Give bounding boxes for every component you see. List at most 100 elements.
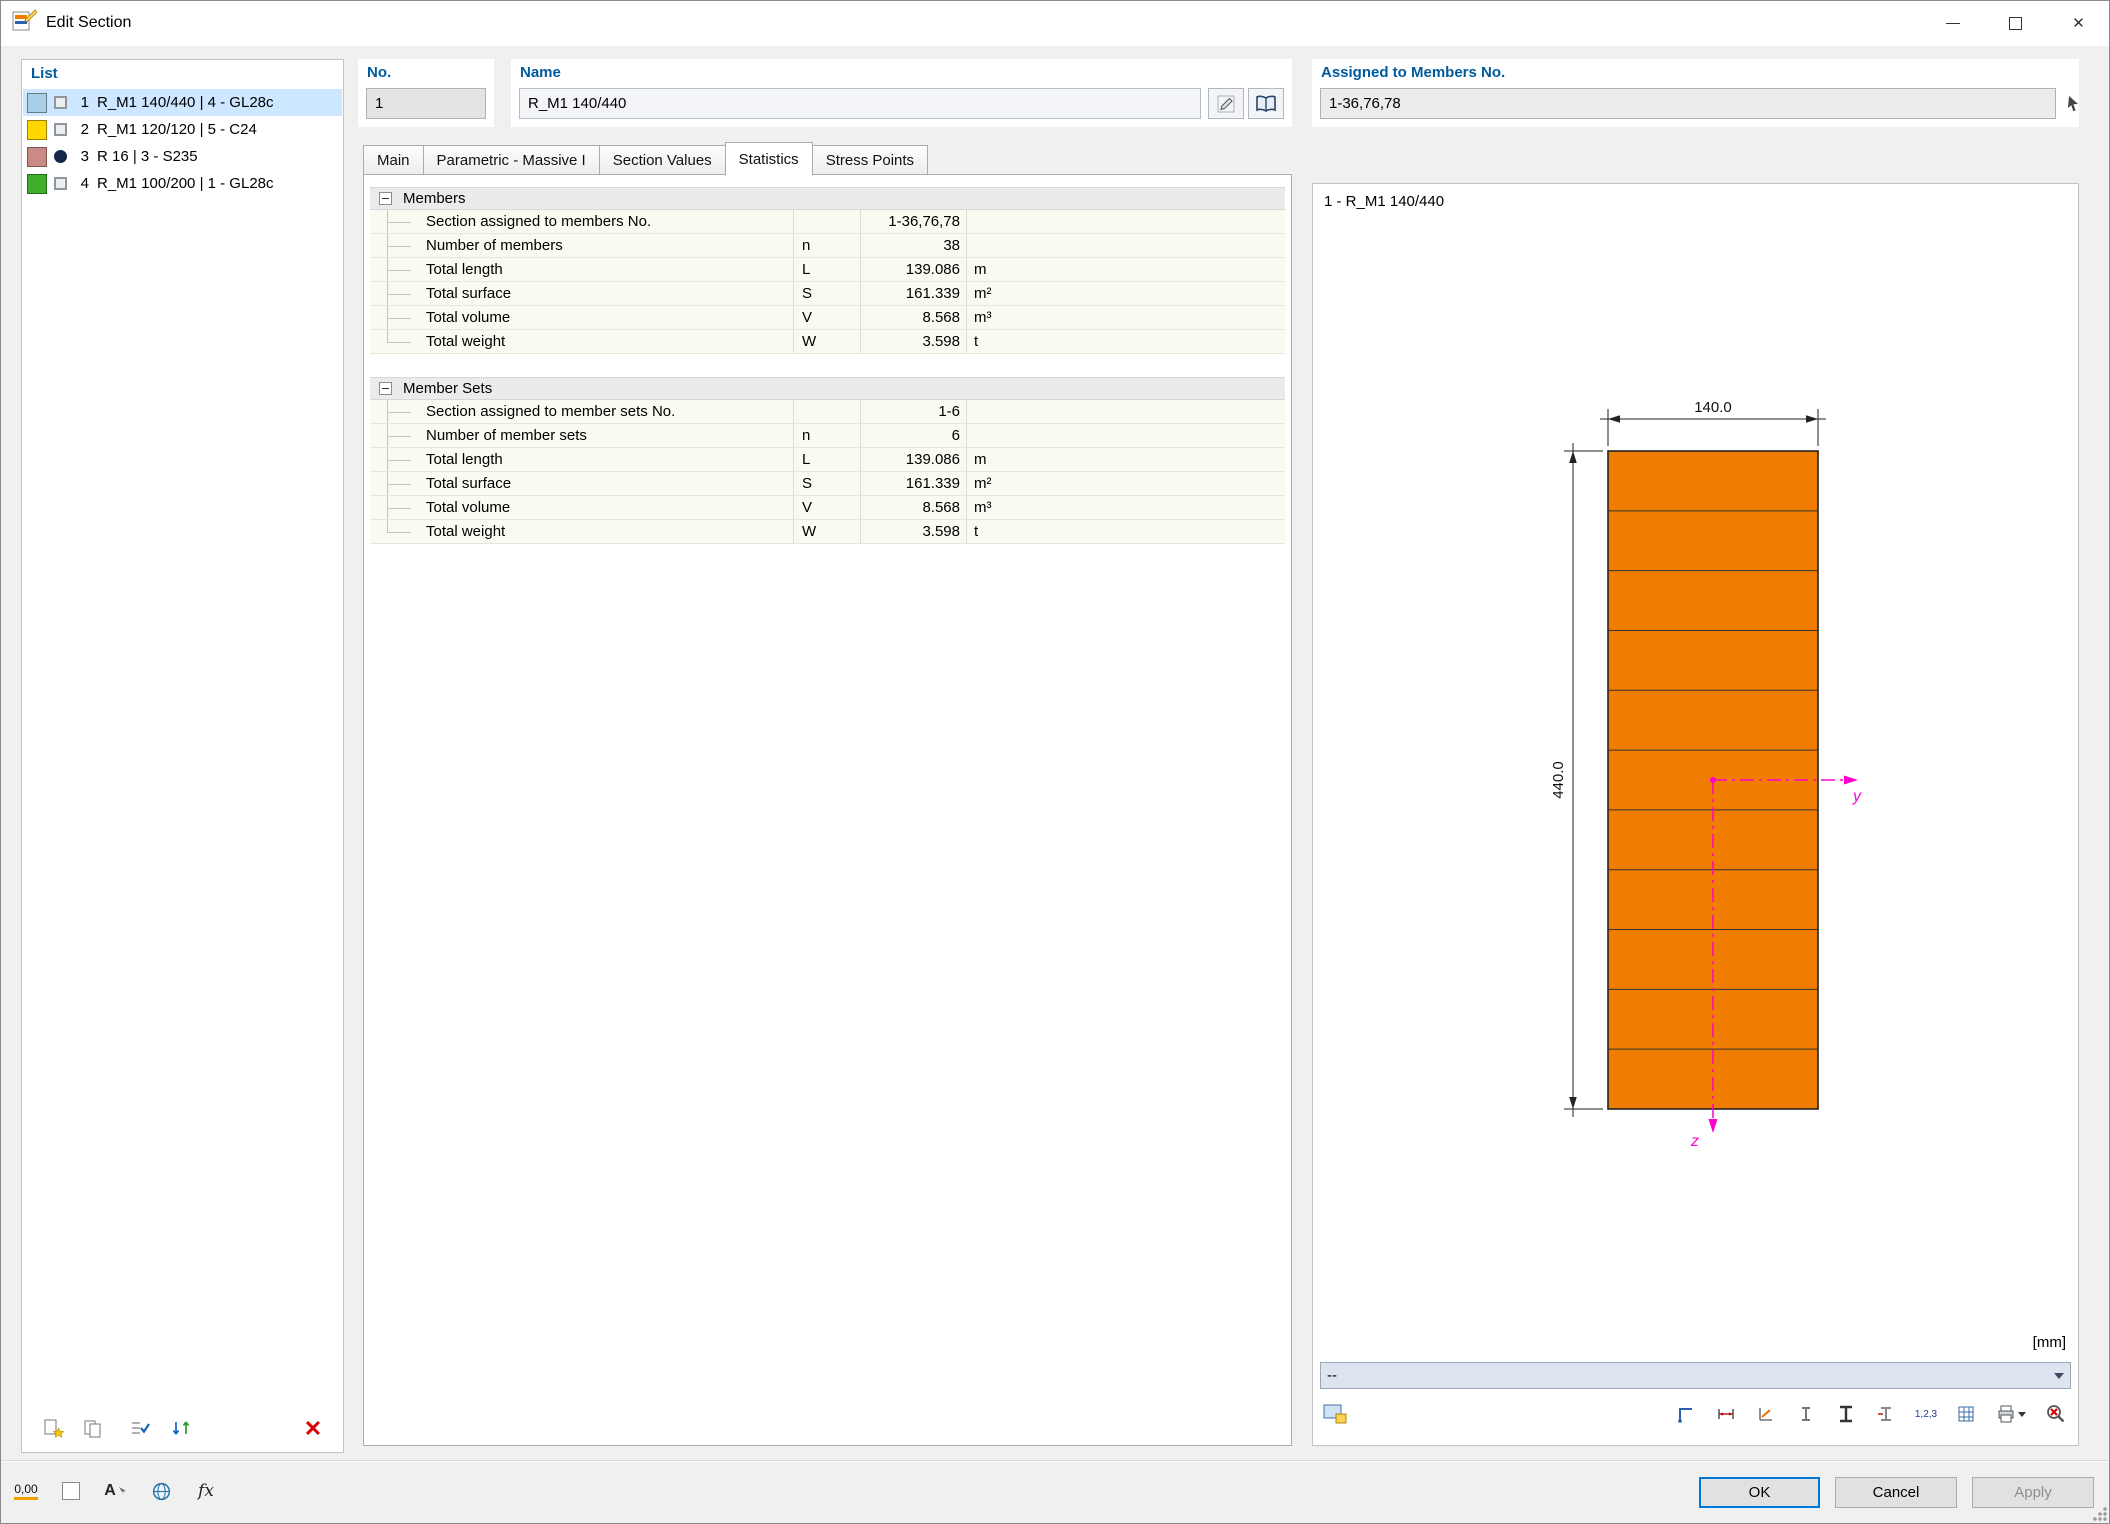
stat-symbol: L bbox=[793, 448, 860, 471]
list-item[interactable]: 2 R_M1 120/120 | 5 - C24 bbox=[23, 116, 342, 143]
stress-points-toggle-button[interactable] bbox=[1791, 1399, 1821, 1429]
name-card: Name R_M1 140/440 bbox=[511, 59, 1292, 127]
maximize-button[interactable] bbox=[1984, 0, 2047, 46]
stat-row: Total length L 139.086 m bbox=[370, 258, 1285, 282]
view-settings-icon bbox=[1323, 1404, 1347, 1424]
formula-button[interactable]: fx bbox=[190, 1475, 222, 1507]
collapse-icon[interactable] bbox=[379, 382, 392, 395]
group-header: Members bbox=[370, 187, 1285, 210]
titlebar: Edit Section ✕ bbox=[0, 0, 2110, 46]
list-item-label: R_M1 120/120 | 5 - C24 bbox=[97, 121, 257, 138]
tab-strip: Main Parametric - Massive I Section Values… bbox=[363, 141, 929, 176]
list-item[interactable]: 3 R 16 | 3 - S235 bbox=[23, 143, 342, 170]
stat-row: Total length L 139.086 m bbox=[370, 448, 1285, 472]
name-label: Name bbox=[520, 64, 561, 81]
profile-dimensions-toggle-button[interactable] bbox=[1871, 1399, 1901, 1429]
minus-glyph bbox=[382, 388, 389, 389]
tree-line bbox=[370, 234, 426, 257]
print-button[interactable] bbox=[1991, 1399, 2031, 1429]
stat-unit: t bbox=[966, 330, 1285, 353]
resize-grip[interactable] bbox=[2093, 1507, 2107, 1521]
numbering-icon: 1,2,3 bbox=[1914, 1408, 1938, 1420]
window-title: Edit Section bbox=[46, 14, 132, 31]
color-swatch bbox=[27, 146, 47, 167]
y-axis-label: y bbox=[1852, 788, 1862, 805]
ok-button[interactable]: OK bbox=[1699, 1477, 1820, 1508]
stat-label: Total weight bbox=[426, 333, 506, 350]
stresses-toggle-button[interactable] bbox=[1751, 1399, 1781, 1429]
footer-divider bbox=[0, 1460, 2110, 1462]
renumber-sections-button[interactable] bbox=[166, 1414, 196, 1444]
list-panel-title: List bbox=[31, 65, 58, 82]
tab-stress-points[interactable]: Stress Points bbox=[811, 145, 929, 175]
globe-icon bbox=[152, 1482, 170, 1500]
no-card: No. 1 bbox=[358, 59, 494, 127]
font-icon: A bbox=[104, 1482, 116, 1499]
stat-unit: m² bbox=[966, 282, 1285, 305]
chevron-down-icon bbox=[2054, 1372, 2064, 1379]
stat-row: Total surface S 161.339 m² bbox=[370, 282, 1285, 306]
pick-members-button[interactable] bbox=[2058, 88, 2090, 120]
library-button[interactable] bbox=[1248, 88, 1284, 119]
edit-name-button[interactable] bbox=[1208, 88, 1244, 119]
tab-main[interactable]: Main bbox=[363, 145, 424, 175]
view-settings-button[interactable] bbox=[1320, 1399, 1350, 1429]
tree-line bbox=[370, 330, 426, 353]
app-icon bbox=[11, 8, 38, 38]
list-toolbar: ✕ bbox=[22, 1414, 343, 1446]
outline-toggle-button[interactable] bbox=[1671, 1399, 1701, 1429]
zoom-reset-button[interactable] bbox=[2041, 1399, 2071, 1429]
stat-row: Number of members n 38 bbox=[370, 234, 1285, 258]
fx-icon: fx bbox=[198, 1481, 214, 1501]
delete-section-button[interactable]: ✕ bbox=[298, 1414, 328, 1444]
tree-line bbox=[370, 424, 426, 447]
profile-toggle-button[interactable] bbox=[1831, 1399, 1861, 1429]
stat-unit bbox=[966, 424, 1285, 447]
list-item-label: R_M1 140/440 | 4 - GL28c bbox=[97, 94, 274, 111]
assigned-label: Assigned to Members No. bbox=[1321, 64, 1506, 81]
pencil-icon bbox=[1217, 95, 1235, 112]
stat-label: Number of member sets bbox=[426, 427, 587, 444]
no-label: No. bbox=[367, 64, 392, 81]
color-scheme-button[interactable] bbox=[55, 1475, 87, 1507]
copy-section-button[interactable] bbox=[78, 1414, 108, 1444]
tree-line bbox=[370, 448, 426, 471]
stat-unit: m³ bbox=[966, 306, 1285, 329]
minimize-button[interactable] bbox=[1921, 0, 1984, 46]
list-item[interactable]: 1 R_M1 140/440 | 4 - GL28c bbox=[23, 89, 342, 116]
stat-value: 139.086 bbox=[860, 448, 966, 471]
stat-symbol: W bbox=[793, 520, 860, 543]
grid-icon bbox=[1958, 1406, 1974, 1422]
tab-section-values[interactable]: Section Values bbox=[598, 145, 726, 175]
check-sections-button[interactable] bbox=[125, 1414, 155, 1444]
minimize-icon bbox=[1945, 22, 1960, 24]
tab-statistics[interactable]: Statistics bbox=[724, 142, 813, 176]
section-preview-panel: 1 - R_M1 140/440 140.0 440.0 y z [mm] --… bbox=[1312, 183, 2079, 1446]
stat-label: Total length bbox=[426, 261, 503, 278]
dim-width-label: 140.0 bbox=[1694, 399, 1732, 416]
name-field[interactable]: R_M1 140/440 bbox=[519, 88, 1201, 119]
stat-symbol bbox=[793, 210, 860, 233]
cancel-button[interactable]: Cancel bbox=[1835, 1477, 1957, 1508]
values-table-button[interactable] bbox=[1951, 1399, 1981, 1429]
tab-parametric-massive-i[interactable]: Parametric - Massive I bbox=[422, 145, 600, 175]
stat-value: 1-6 bbox=[860, 400, 966, 423]
font-settings-button[interactable]: A bbox=[100, 1475, 132, 1507]
shape-square-icon bbox=[54, 177, 67, 190]
dimensions-toggle-button[interactable] bbox=[1711, 1399, 1741, 1429]
apply-button[interactable]: Apply bbox=[1972, 1477, 2094, 1508]
stat-value: 1-36,76,78 bbox=[860, 210, 966, 233]
collapse-icon[interactable] bbox=[379, 192, 392, 205]
close-button[interactable]: ✕ bbox=[2047, 0, 2110, 46]
stat-unit: m² bbox=[966, 472, 1285, 495]
list-item[interactable]: 4 R_M1 100/200 | 1 - GL28c bbox=[23, 170, 342, 197]
preview-toolbar-right: 1,2,3 bbox=[1671, 1399, 2071, 1429]
preview-combobox[interactable]: -- bbox=[1320, 1362, 2071, 1389]
decimal-places-button[interactable]: 0,00 bbox=[10, 1475, 42, 1507]
z-axis-arrow bbox=[1708, 1119, 1718, 1133]
numbering-toggle-button[interactable]: 1,2,3 bbox=[1911, 1399, 1941, 1429]
maximize-icon bbox=[2009, 16, 2022, 30]
units-settings-button[interactable] bbox=[145, 1475, 177, 1507]
new-section-button[interactable] bbox=[38, 1414, 68, 1444]
copy-icon bbox=[84, 1420, 101, 1438]
